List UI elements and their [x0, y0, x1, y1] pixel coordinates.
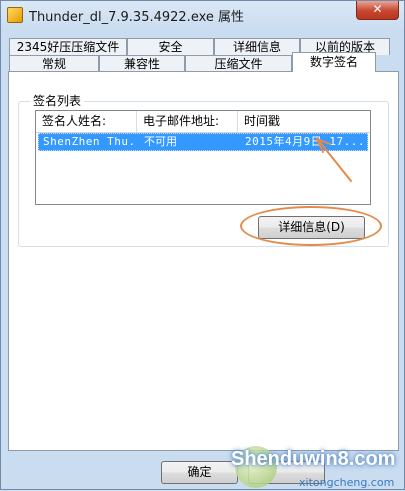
watermark: Shenduwin8.com xitongcheng.com [219, 434, 405, 491]
watermark-sub: xitongcheng.com [299, 476, 395, 489]
close-button[interactable]: ✕ [356, 1, 399, 20]
title-bar[interactable]: Thunder_dl_7.9.35.4922.exe 属性 ✕ [1, 1, 405, 29]
signature-list-label: 签名列表 [30, 92, 85, 109]
column-signer-name[interactable]: 签名人姓名: [36, 111, 137, 132]
cell-timestamp: 2015年4月9日 17... [245, 135, 365, 148]
tab-compatibility[interactable]: 兼容性 [99, 55, 185, 72]
table-row[interactable]: ShenZhen Thu... 不可用 2015年4月9日 17... [38, 133, 368, 151]
cell-email: 不可用 [144, 135, 177, 148]
window-title: Thunder_dl_7.9.35.4922.exe 属性 [29, 10, 245, 25]
watermark-main: Shenduwin8.com [231, 448, 396, 470]
tab-security[interactable]: 安全 [127, 38, 214, 55]
column-email[interactable]: 电子邮件地址: [137, 111, 238, 132]
tab-digital-signatures[interactable]: 数字签名 [292, 52, 376, 72]
signature-list[interactable]: 签名人姓名: 电子邮件地址: 时间戳 ShenZhen Thu... 不可用 2… [35, 110, 371, 205]
tab-general[interactable]: 常规 [9, 55, 99, 72]
highlight-ellipse [240, 206, 382, 246]
app-icon [7, 7, 23, 23]
column-timestamp[interactable]: 时间戳 [238, 111, 370, 132]
cell-signer-name: ShenZhen Thu... [43, 135, 138, 148]
tab-details[interactable]: 详细信息 [214, 38, 300, 55]
properties-window: Thunder_dl_7.9.35.4922.exe 属性 ✕ 2345好压压缩… [0, 0, 405, 490]
list-header: 签名人姓名: 电子邮件地址: 时间戳 [36, 111, 370, 133]
tab-2345-compressed[interactable]: 2345好压压缩文件 [9, 38, 127, 55]
tab-compressed-file[interactable]: 压缩文件 [185, 55, 292, 72]
